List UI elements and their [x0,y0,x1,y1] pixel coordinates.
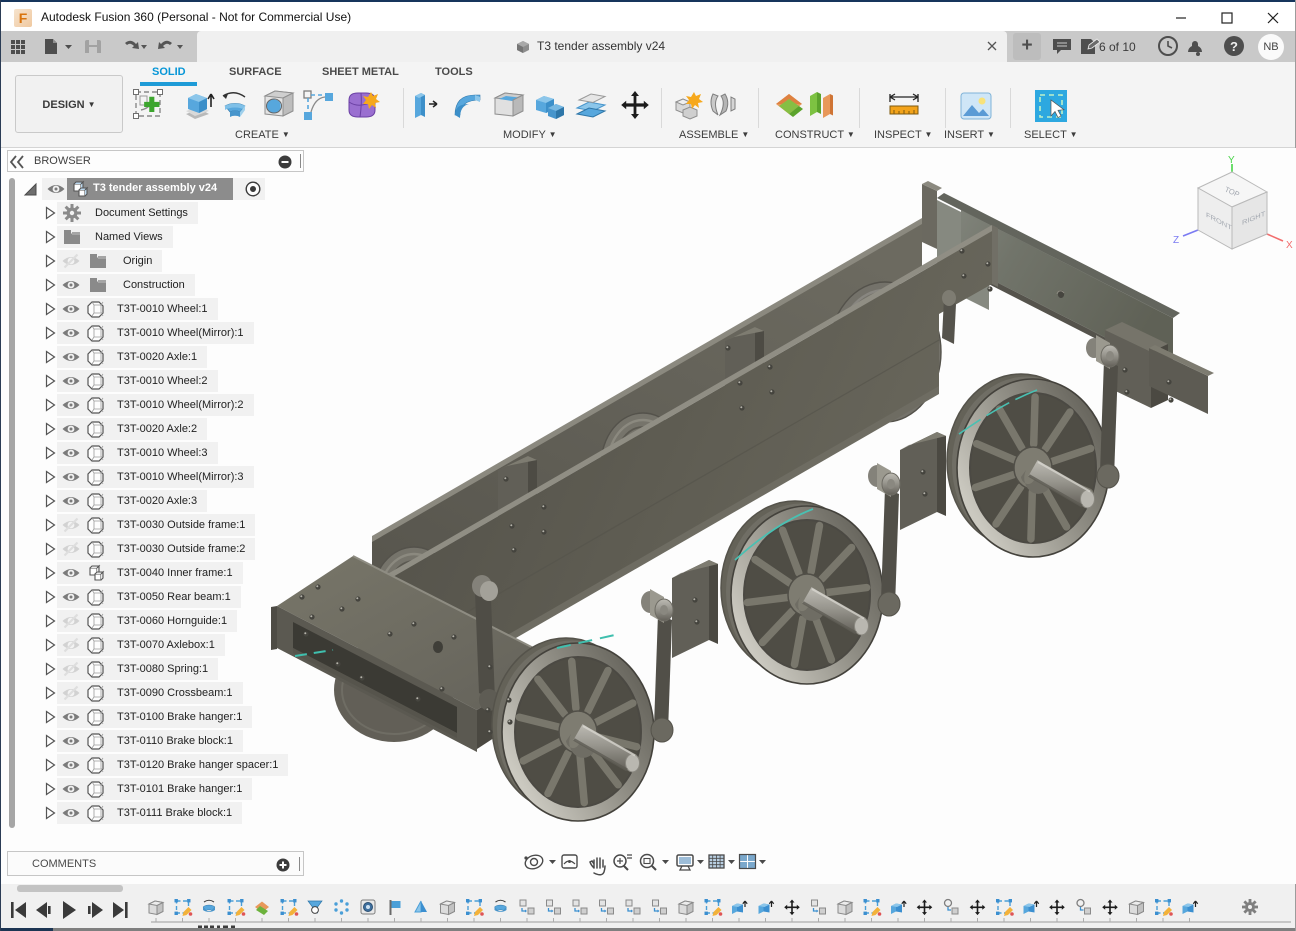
svg-text:Z: Z [1173,235,1179,246]
svg-text:?: ? [1230,39,1238,54]
svg-text:X: X [1286,240,1293,251]
svg-text:Y: Y [1228,155,1235,166]
